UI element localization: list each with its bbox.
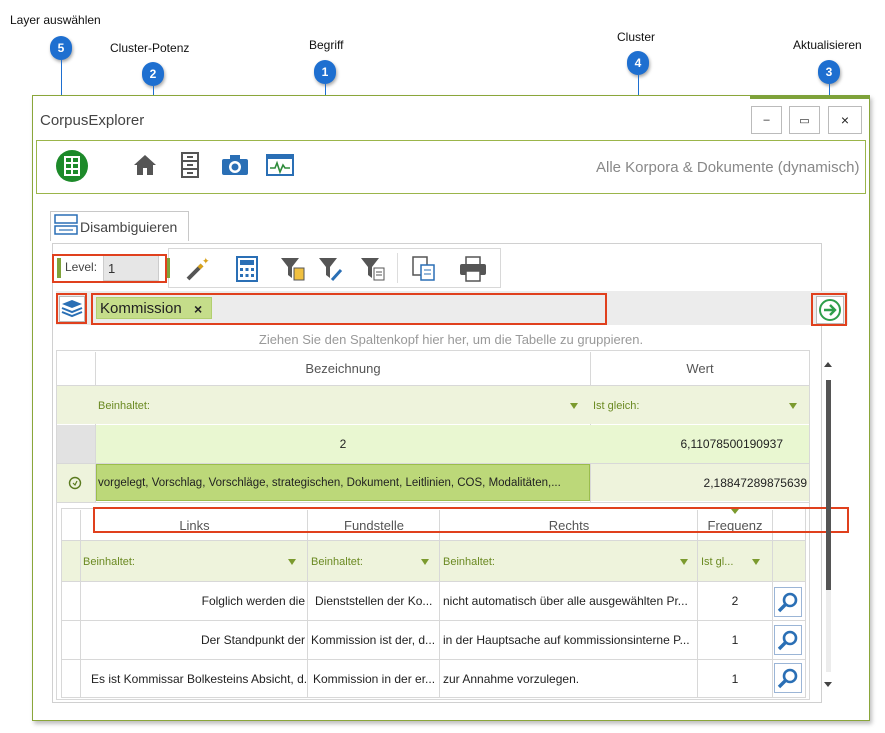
row-indicator[interactable] (57, 425, 95, 463)
camera-icon[interactable] (221, 153, 249, 177)
filter-clipboard-icon[interactable] (280, 256, 306, 282)
filter-rechts-input[interactable]: Beinhaltet: (443, 556, 495, 568)
magnifier-icon (777, 668, 798, 689)
print-icon[interactable] (459, 256, 487, 282)
cell-frequenz: 1 (731, 633, 739, 647)
monitor-icon[interactable] (266, 153, 294, 177)
filter-frequenz-input[interactable]: Ist gl... (701, 556, 733, 568)
export-icon[interactable] (410, 256, 436, 282)
filter-funnel-icon[interactable] (570, 403, 578, 409)
search-occurrence-button[interactable] (774, 663, 802, 693)
toolbar-divider (397, 253, 398, 283)
grid-divider (62, 540, 805, 541)
callout-badge-5: 5 (50, 36, 72, 60)
filter-fundstelle-input[interactable]: Beinhaltet: (311, 556, 363, 568)
cell-links: Es ist Kommissar Bolkesteins Absicht, d.… (91, 672, 307, 686)
scroll-up-icon[interactable] (824, 362, 832, 367)
corpus-selection-label[interactable]: Alle Korpora & Dokumente (dynamisch) (596, 159, 859, 176)
cell-wert: 6,11078500190937 (680, 437, 783, 451)
corpus-icon[interactable] (55, 149, 89, 183)
maximize-button[interactable]: ▭ (789, 106, 820, 134)
cell-fundstelle: Kommission ist der, d... (311, 633, 436, 647)
callout-badge-4: 4 (627, 51, 649, 75)
magnifier-icon (777, 592, 798, 613)
close-button[interactable]: × (828, 106, 862, 134)
cell-fundstelle: Dienststellen der Ko... (315, 594, 433, 608)
search-occurrence-button[interactable] (774, 587, 802, 617)
tab-label: Disambiguieren (80, 219, 178, 235)
home-icon[interactable] (132, 152, 158, 178)
filter-funnel-icon[interactable] (680, 559, 688, 565)
cell-bezeichnung: 2 (339, 437, 347, 451)
filter-bezeichnung-input[interactable]: Beinhaltet: (98, 400, 150, 412)
cell-links: Der Standpunkt der (200, 633, 305, 647)
filter-funnel-icon[interactable] (752, 559, 760, 565)
callout-label-begriff: Begriff (309, 38, 344, 52)
window-title: CorpusExplorer (40, 112, 145, 129)
grid-divider (56, 502, 810, 503)
highlight-cluster (93, 507, 849, 533)
group-hint: Ziehen Sie den Spaltenkopf hier her, um … (258, 332, 644, 347)
scroll-thumb[interactable] (826, 380, 831, 590)
magic-wand-icon[interactable]: ✦ (184, 256, 210, 282)
callout-label-cluster: Cluster (617, 30, 656, 44)
calculator-icon[interactable] (235, 256, 259, 282)
window-accent-strip (750, 95, 870, 99)
filter-wert-input[interactable]: Ist gleich: (593, 400, 639, 412)
filter-funnel-icon[interactable] (421, 559, 429, 565)
cell-frequenz: 2 (731, 594, 739, 608)
cell-bezeichnung: vorgelegt, Vorschlag, Vorschläge, strate… (98, 477, 561, 489)
filter-wrench-icon[interactable] (318, 256, 344, 282)
callout-badge-3: 3 (818, 60, 840, 84)
grid-divider (772, 510, 773, 698)
minimize-button[interactable]: – (751, 106, 782, 134)
callout-badge-2: 2 (142, 62, 164, 86)
callout-label-cluster-potenz: Cluster-Potenz (110, 41, 190, 55)
cell-links: Folglich werden die (201, 594, 305, 608)
callout-badge-1: 1 (314, 60, 336, 84)
svg-text:✦: ✦ (202, 257, 210, 267)
callout-label-aktualisieren: Aktualisieren (793, 38, 862, 52)
scroll-down-icon[interactable] (824, 682, 832, 687)
filter-funnel-icon[interactable] (789, 403, 797, 409)
detail-filter-row (62, 541, 805, 581)
magnifier-icon (777, 630, 798, 651)
column-header-bezeichnung[interactable]: Bezeichnung (96, 352, 590, 385)
filter-links-input[interactable]: Beinhaltet: (83, 556, 135, 568)
highlight-aktualisieren (811, 293, 847, 326)
cell-rechts: in der Hauptsache auf kommissionsinterne… (443, 633, 690, 647)
filter-row (57, 386, 809, 424)
callout-label-layer: Layer auswählen (10, 13, 101, 27)
cell-rechts: nicht automatisch über alle ausgewählten… (443, 594, 688, 608)
vertical-scrollbar[interactable] (818, 352, 838, 697)
column-header-wert[interactable]: Wert (591, 352, 809, 385)
cell-frequenz: 1 (731, 672, 739, 686)
search-occurrence-button[interactable] (774, 625, 802, 655)
filter-funnel-icon[interactable] (288, 559, 296, 565)
highlight-begriff (91, 293, 607, 325)
cell-fundstelle: Kommission in der er... (313, 672, 436, 686)
filter-document-icon[interactable] (360, 256, 386, 282)
highlight-layer (56, 293, 87, 324)
disambiguate-icon (54, 213, 78, 237)
expand-row-icon[interactable] (68, 476, 82, 490)
cabinet-icon[interactable] (180, 152, 200, 178)
cell-wert: 2,18847289875639 (703, 476, 807, 490)
highlight-cluster-potenz (52, 254, 167, 283)
cell-rechts: zur Annahme vorzulegen. (443, 672, 580, 686)
